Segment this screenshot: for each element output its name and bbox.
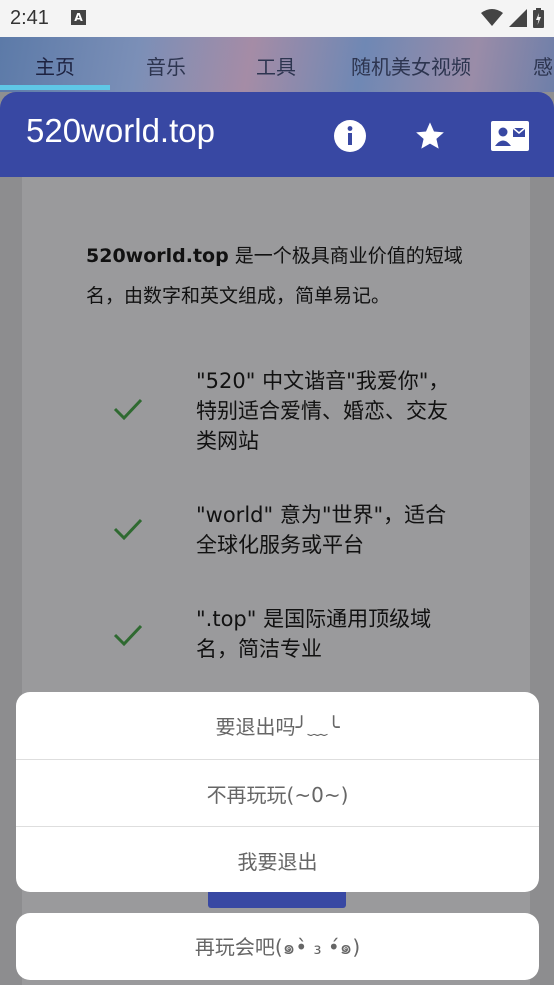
battery-icon (533, 8, 544, 28)
check-icon (113, 624, 143, 647)
status-icons (481, 7, 544, 29)
tab-indicator (0, 85, 110, 90)
status-bar: 2:41 A (0, 0, 554, 37)
toolbar-title: 520world.top (26, 112, 215, 149)
feature-text: ".top" 是国际通用顶级域名，简洁专业 (196, 607, 432, 661)
exit-option[interactable]: 我要退出 (16, 826, 539, 892)
check-icon (113, 398, 143, 421)
feature-text: "world" 意为"世界"，适合全球化服务或平台 (196, 503, 447, 557)
info-button[interactable] (330, 116, 370, 156)
favorite-button[interactable] (410, 116, 450, 156)
tab-more[interactable]: 感 (533, 51, 553, 80)
star-icon (416, 122, 444, 149)
keep-playing-option[interactable]: 不再玩玩(~0~) (16, 759, 539, 826)
check-icon (113, 518, 143, 541)
sheet-title: 要退出吗╯﹏╰ (215, 715, 340, 739)
app-toolbar: 520world.top (0, 92, 554, 177)
tab-tools[interactable]: 工具 (256, 51, 296, 80)
tab-random-videos[interactable]: 随机美女视频 (351, 51, 471, 80)
info-icon (334, 120, 366, 152)
signal-icon (509, 9, 527, 27)
feature-text: "520" 中文谐音"我爱你"，特别适合爱情、婚恋、交友类网站 (196, 369, 450, 453)
contact-button[interactable] (490, 116, 530, 156)
notification-app-icon: A (71, 10, 86, 25)
tab-music[interactable]: 音乐 (146, 51, 186, 80)
wifi-icon (481, 9, 503, 26)
contact-mail-icon (491, 121, 529, 151)
status-time: 2:41 (10, 7, 49, 29)
intro-paragraph: 520world.top 是一个极具商业价值的短域名，由数字和英文组成，简单易记… (86, 236, 476, 316)
exit-action-sheet: 要退出吗╯﹏╰ 不再玩玩(~0~) 我要退出 (16, 692, 539, 892)
cancel-button[interactable]: 再玩会吧(๑•̀ ₃ •́๑) (16, 913, 539, 980)
tab-bar: 主页 音乐 工具 随机美女视频 感 (0, 37, 554, 92)
tab-home[interactable]: 主页 (35, 51, 75, 80)
intro-domain: 520world.top (86, 245, 229, 267)
